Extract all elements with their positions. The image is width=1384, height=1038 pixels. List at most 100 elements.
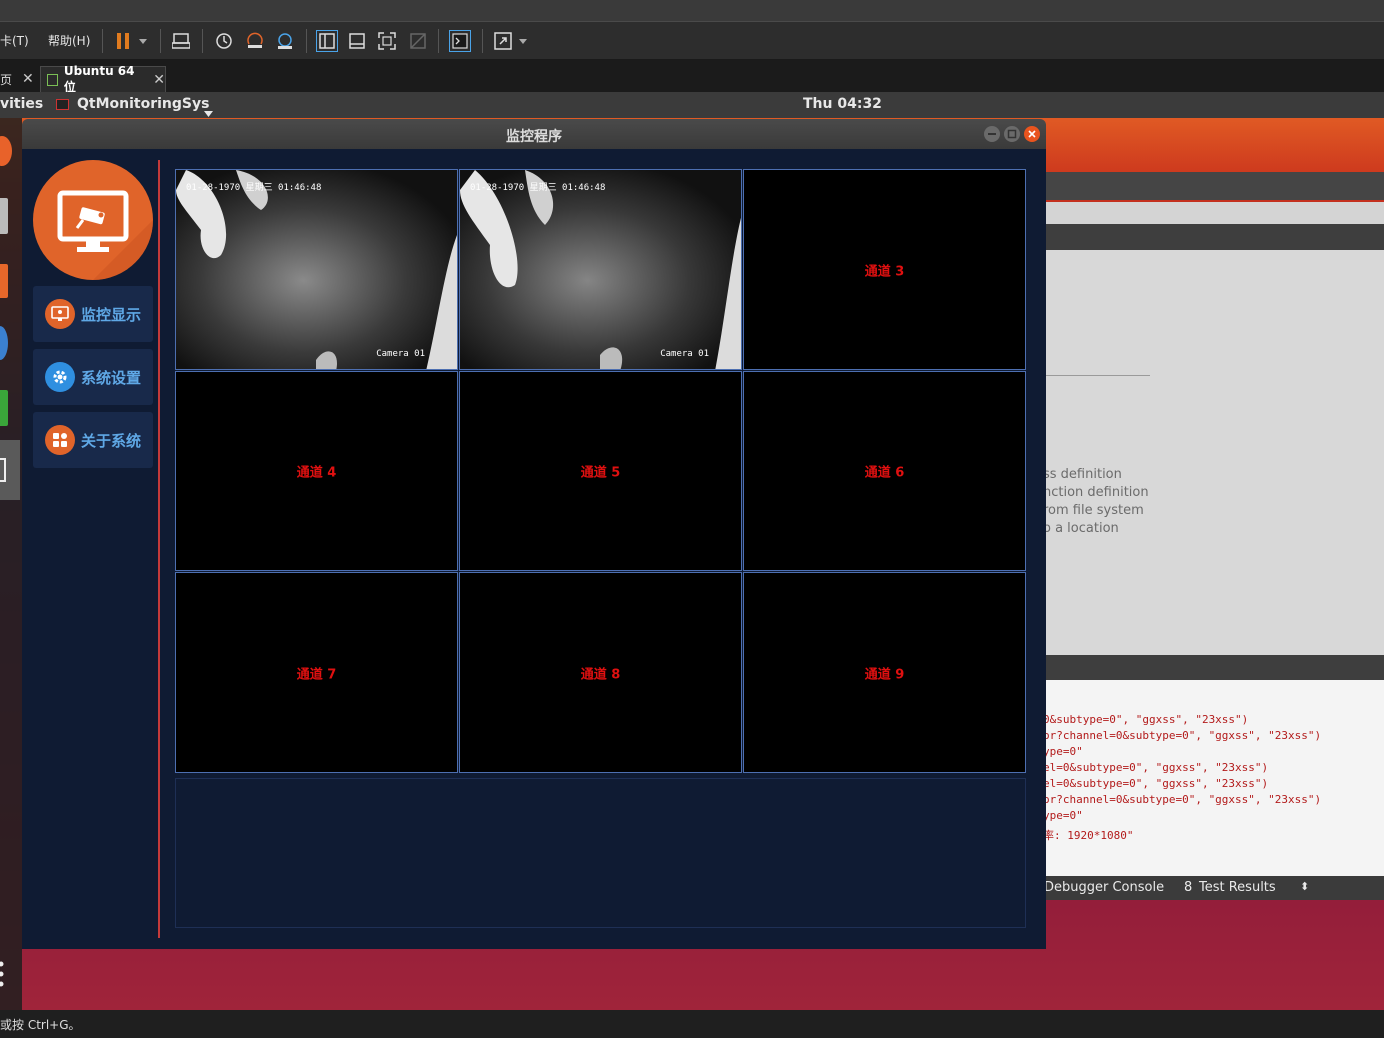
qtcreator-icon[interactable]	[0, 390, 8, 426]
video-channel-5[interactable]: 通道 5	[459, 371, 742, 571]
channel-label: 通道 4	[296, 465, 337, 481]
toolbar-separator	[306, 29, 307, 53]
video-channel-3[interactable]: 通道 3	[743, 169, 1026, 370]
status-text: 或按 Ctrl+G。	[0, 1018, 81, 1032]
ubuntu-top-bar: vities QtMonitoringSys Thu 04:32	[0, 92, 1384, 118]
chevron-down-icon[interactable]	[136, 30, 150, 52]
ide-bottom-tabs: Debugger Console 8 Test Results ⬍	[1040, 876, 1384, 900]
vm-tab-bar: 页 ✕ Ubuntu 64 位 ✕	[0, 60, 1384, 94]
apps-icon	[45, 425, 75, 455]
channel-label: 通道 5	[580, 465, 621, 481]
firefox-icon[interactable]	[0, 136, 12, 166]
pause-icon[interactable]	[112, 30, 134, 52]
video-channel-7[interactable]: 通道 7	[175, 572, 458, 773]
app-menu[interactable]: QtMonitoringSys	[77, 96, 209, 112]
tab-test-results[interactable]: Test Results	[1199, 880, 1276, 895]
files-icon[interactable]	[0, 198, 8, 234]
camera-id: Camera 01	[376, 349, 425, 359]
toolbar-separator	[160, 29, 161, 53]
console-line: or?channel=0&subtype=0", "ggxss", "23xss…	[1043, 729, 1322, 742]
minimize-button[interactable]	[984, 126, 1000, 142]
menu-tab[interactable]: 卡(T)	[0, 32, 29, 49]
maximize-button[interactable]	[1004, 126, 1020, 142]
unity-icon[interactable]	[407, 30, 429, 52]
console-line: 0&subtype=0", "ggxss", "23xss")	[1043, 713, 1249, 726]
revert-snapshot-icon[interactable]	[244, 30, 266, 52]
nav-label: 系统设置	[81, 368, 142, 387]
outline-item[interactable]: ss definition	[1043, 467, 1122, 482]
fullscreen-icon[interactable]	[376, 30, 398, 52]
tab-debugger-console[interactable]: Debugger Console	[1044, 880, 1164, 895]
snapshot-manager-icon[interactable]	[274, 30, 296, 52]
active-app-icon[interactable]	[0, 440, 20, 500]
console-line: el=0&subtype=0", "ggxss", "23xss")	[1043, 761, 1269, 774]
nav-monitor-display[interactable]: 监控显示	[33, 286, 153, 342]
gear-icon	[45, 362, 75, 392]
camera-feed-image	[460, 170, 741, 369]
nav-about-system[interactable]: 关于系统	[33, 412, 153, 468]
app-logo	[33, 160, 153, 280]
outline-item[interactable]: nction definition	[1043, 485, 1149, 500]
ide-header	[1040, 172, 1384, 200]
dock	[0, 118, 22, 1010]
video-channel-2[interactable]: 01-28-1970 星期三 01:46:48 Camera 01	[459, 169, 742, 370]
updown-icon[interactable]: ⬍	[1300, 880, 1309, 893]
tab-ubuntu[interactable]: Ubuntu 64 位 ✕	[40, 64, 166, 94]
close-icon[interactable]: ✕	[22, 71, 34, 87]
snapshot-icon[interactable]	[213, 30, 235, 52]
sidebar-divider	[158, 160, 160, 938]
video-channel-4[interactable]: 通道 4	[175, 371, 458, 571]
toolbar-separator	[102, 29, 103, 53]
toolbar-separator	[202, 29, 203, 53]
vm-status-bar: 或按 Ctrl+G。	[0, 1010, 1384, 1038]
console-icon[interactable]	[449, 30, 471, 52]
ide-toolbar	[1040, 202, 1384, 224]
ide-separator	[1040, 375, 1150, 376]
monitor-camera-icon	[57, 190, 153, 280]
menu-help[interactable]: 帮助(H)	[48, 32, 90, 49]
channel-label: 通道 7	[296, 667, 337, 682]
app-grid-icon[interactable]	[0, 960, 4, 994]
video-channel-9[interactable]: 通道 9	[743, 572, 1026, 773]
console-line: 率: 1920*1080"	[1043, 829, 1134, 842]
nav-label: 监控显示	[81, 305, 142, 324]
window-title: 监控程序	[506, 129, 562, 145]
console-line: ype=0"	[1043, 745, 1083, 758]
send-keys-icon[interactable]	[170, 30, 192, 52]
video-channel-8[interactable]: 通道 8	[459, 572, 742, 773]
tab-previous[interactable]: 页 ✕	[0, 66, 38, 92]
activities-button[interactable]: vities	[0, 96, 43, 112]
app-titlebar[interactable]: 监控程序	[22, 119, 1046, 149]
close-button[interactable]	[1024, 126, 1040, 142]
outline-item[interactable]: o a location	[1043, 521, 1119, 536]
app-icon	[56, 99, 69, 110]
video-channel-1[interactable]: 01-28-1970 星期三 01:46:48 Camera 01	[175, 169, 458, 370]
video-channel-6[interactable]: 通道 6	[743, 371, 1026, 571]
help-icon[interactable]	[0, 326, 8, 360]
camera-feed-image	[176, 170, 457, 369]
stretch-icon[interactable]	[492, 30, 514, 52]
outline-item[interactable]: rom file system	[1043, 503, 1144, 518]
thumbnail-view-icon[interactable]	[346, 30, 368, 52]
software-icon[interactable]	[0, 264, 8, 298]
sidebar-view-icon[interactable]	[316, 30, 338, 52]
bottom-panel	[175, 778, 1026, 928]
channel-label: 通道 9	[864, 667, 905, 682]
nav-system-settings[interactable]: 系统设置	[33, 349, 153, 405]
monitor-icon	[45, 299, 75, 329]
close-icon[interactable]: ✕	[153, 72, 165, 88]
chevron-down-icon[interactable]	[516, 30, 530, 52]
tab-ubuntu-label: Ubuntu 64 位	[63, 64, 135, 94]
vm-toolbar: 卡(T) 帮助(H)	[0, 22, 1384, 60]
clock[interactable]: Thu 04:32	[803, 96, 882, 112]
console-line: or?channel=0&subtype=0", "ggxss", "23xss…	[1043, 793, 1322, 806]
tab-previous-label: 页	[0, 72, 13, 87]
toolbar-separator	[438, 29, 439, 53]
console-line: ype=0"	[1043, 809, 1083, 822]
camera-timestamp: 01-28-1970 星期三 01:46:48	[470, 183, 606, 193]
toolbar-separator	[482, 29, 483, 53]
vm-icon	[47, 73, 58, 86]
camera-id: Camera 01	[660, 349, 709, 359]
nav-label: 关于系统	[81, 431, 142, 450]
ide-output-header	[1040, 655, 1384, 680]
